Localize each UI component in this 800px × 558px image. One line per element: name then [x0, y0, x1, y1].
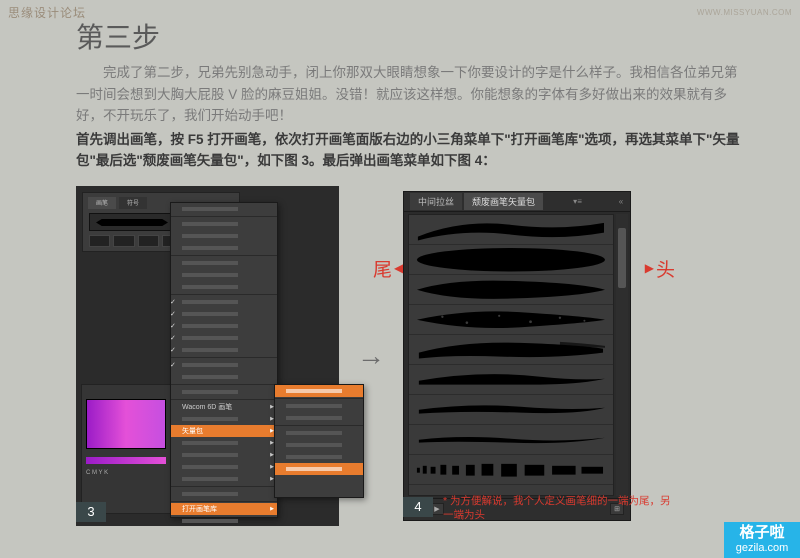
- panel-tab-1[interactable]: 中间拉丝: [410, 193, 462, 210]
- screenshot-row: 画笔 符号 C M Y K: [76, 186, 750, 526]
- brush-stroke-1[interactable]: [409, 215, 613, 245]
- step-label-4: 4: [403, 497, 433, 517]
- panel-tab-2[interactable]: 颓废画笔矢量包: [464, 193, 543, 210]
- panel-close-icon[interactable]: «: [616, 197, 626, 206]
- color-panel: C M Y K: [81, 384, 173, 514]
- arrow-icon: →: [339, 340, 403, 372]
- screenshot-3: 画笔 符号 C M Y K: [76, 186, 339, 526]
- gezila-url: gezila.com: [736, 542, 789, 555]
- gezila-watermark: 格子啦 gezila.com: [724, 522, 800, 558]
- screenshot-4: 中间拉丝 颓废画笔矢量包 ▾≡ «: [403, 191, 631, 521]
- color-fields: C M Y K: [86, 469, 108, 478]
- scrollbar-thumb[interactable]: [618, 228, 626, 288]
- menu-item-open-brush-library[interactable]: 打开画笔库: [171, 503, 277, 515]
- paragraph-intro: 完成了第二步，兄弟先别急动手，闭上你那双大眼睛想象一下你要设计的字是什么样子。我…: [76, 62, 750, 127]
- triangle-left-icon: ◀: [394, 261, 403, 275]
- brush-stroke-8[interactable]: [409, 425, 613, 455]
- menu-item-wacom[interactable]: Wacom 6D 画笔: [171, 401, 277, 413]
- tail-marker: 尾◀: [373, 255, 403, 282]
- menu-item-vector-pack[interactable]: 矢量包: [171, 425, 277, 437]
- watermark-top-left: 思缘设计论坛: [8, 4, 86, 21]
- context-menu-1: Wacom 6D 画笔 矢量包 打开画笔库: [170, 202, 278, 518]
- head-marker: ▶头: [645, 255, 675, 282]
- step-title: 第三步: [76, 16, 750, 56]
- page-content: 第三步 完成了第二步，兄弟先别急动手，闭上你那双大眼睛想象一下你要设计的字是什么…: [0, 0, 800, 526]
- submenu-item-highlight-2[interactable]: [275, 463, 363, 475]
- brush-stroke-2[interactable]: [409, 245, 613, 275]
- context-menu-2: [274, 384, 364, 498]
- panel-tabs: 中间拉丝 颓废画笔矢量包 ▾≡ «: [404, 192, 630, 212]
- step-label-3: 3: [76, 502, 106, 522]
- brush-stroke-3[interactable]: [409, 275, 613, 305]
- brush-stroke-9[interactable]: [409, 455, 613, 485]
- toolbar-tab: 符号: [119, 197, 147, 209]
- paragraph-instruction: 首先调出画笔，按 F5 打开画笔，依次打开画笔面版右边的小三角菜单下"打开画笔库…: [76, 129, 750, 172]
- watermark-top-right: WWW.MISSYUAN.COM: [697, 8, 792, 17]
- screenshot-4-wrapper: 尾◀ ▶头 中间拉丝 颓废画笔矢量包 ▾≡ «: [403, 191, 631, 521]
- color-gradient: [86, 399, 166, 449]
- brush-mini-row: [89, 235, 183, 247]
- screenshot-3-wrapper: 画笔 符号 C M Y K: [76, 186, 339, 526]
- brush-stroke-5[interactable]: [409, 335, 613, 365]
- brush-list: [408, 214, 614, 496]
- brush-preview: [89, 213, 179, 231]
- submenu-item-highlight[interactable]: [275, 385, 363, 397]
- triangle-right-icon: ▶: [645, 261, 654, 275]
- panel-menu-icon[interactable]: ▾≡: [573, 197, 583, 206]
- gezila-name: 格子啦: [739, 524, 784, 542]
- brush-stroke-6[interactable]: [409, 365, 613, 395]
- scrollbar[interactable]: [616, 214, 628, 496]
- footnote-text: * 为方便解说，我个人定义画笔细的一端为尾，另一端为头: [443, 494, 673, 523]
- brush-stroke-4[interactable]: [409, 305, 613, 335]
- brush-stroke-7[interactable]: [409, 395, 613, 425]
- toolbar-tab: 画笔: [88, 197, 116, 209]
- hue-slider: [86, 457, 166, 464]
